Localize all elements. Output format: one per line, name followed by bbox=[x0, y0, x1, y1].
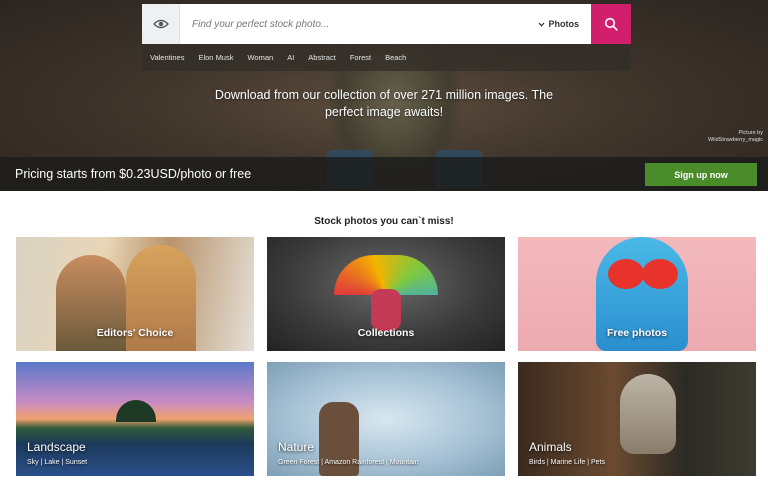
search-button[interactable] bbox=[591, 4, 631, 44]
girl-photo bbox=[371, 289, 401, 331]
card-subcategories[interactable]: Sky | Lake | Sunset bbox=[27, 459, 87, 466]
visual-search-button[interactable] bbox=[142, 4, 180, 44]
signup-button[interactable]: Sign up now bbox=[645, 163, 757, 186]
card-label: Free photos bbox=[606, 327, 668, 339]
card-landscape[interactable]: Landscape Sky | Lake | Sunset bbox=[16, 362, 254, 476]
photo-credit-author[interactable]: WildStrawberry_magic bbox=[708, 137, 763, 144]
search-bar: Photos bbox=[142, 4, 631, 44]
search-icon bbox=[604, 17, 618, 31]
card-label: Collections bbox=[357, 327, 415, 339]
hero-headline-line1: Download from our collection of over 271… bbox=[214, 88, 554, 102]
pricing-text: Pricing starts from $0.23USD/photo or fr… bbox=[15, 167, 252, 181]
card-collections[interactable]: Collections bbox=[267, 237, 505, 351]
hero-headline: Download from our collection of over 271… bbox=[0, 87, 768, 121]
heart-glasses-photo bbox=[642, 259, 678, 289]
popular-tags: Valentines Elon Musk Woman AI Abstract F… bbox=[142, 44, 631, 71]
tag-forest[interactable]: Forest bbox=[350, 53, 371, 62]
tag-valentines[interactable]: Valentines bbox=[150, 53, 184, 62]
hero-banner: Photos Valentines Elon Musk Woman AI Abs… bbox=[0, 0, 768, 191]
heart-glasses-photo bbox=[608, 259, 644, 289]
owl-photo bbox=[620, 374, 676, 454]
tag-beach[interactable]: Beach bbox=[385, 53, 406, 62]
island-photo bbox=[116, 400, 156, 422]
card-subcategories[interactable]: Birds | Marine Life | Pets bbox=[529, 459, 605, 466]
search-input[interactable] bbox=[180, 4, 538, 44]
card-animals[interactable]: Animals Birds | Marine Life | Pets bbox=[518, 362, 756, 476]
card-label: Nature bbox=[278, 440, 315, 454]
card-subcategories[interactable]: Green Forest | Amazon Rainforest | Mount… bbox=[278, 459, 419, 466]
tag-elon-musk[interactable]: Elon Musk bbox=[198, 53, 233, 62]
hero-headline-line2: perfect image awaits! bbox=[324, 105, 444, 119]
eye-icon bbox=[152, 19, 169, 29]
card-label: Landscape bbox=[27, 440, 86, 454]
photo-credit: Picture by WildStrawberry_magic bbox=[708, 130, 763, 144]
tag-ai[interactable]: AI bbox=[287, 53, 294, 62]
card-label: Editors' Choice bbox=[96, 327, 174, 339]
card-editors-choice[interactable]: Editors' Choice bbox=[16, 237, 254, 351]
pricing-bar: Pricing starts from $0.23USD/photo or fr… bbox=[0, 157, 768, 191]
card-free-photos[interactable]: Free photos bbox=[518, 237, 756, 351]
tag-woman[interactable]: Woman bbox=[247, 53, 273, 62]
search-type-dropdown[interactable]: Photos bbox=[538, 19, 592, 29]
search-type-label: Photos bbox=[548, 19, 580, 29]
tag-abstract[interactable]: Abstract bbox=[308, 53, 336, 62]
card-nature[interactable]: Nature Green Forest | Amazon Rainforest … bbox=[267, 362, 505, 476]
section-title: Stock photos you can`t miss! bbox=[314, 216, 454, 227]
photo-credit-label: Picture by bbox=[738, 130, 763, 136]
chevron-down-icon bbox=[538, 22, 544, 27]
card-label: Animals bbox=[529, 440, 572, 454]
